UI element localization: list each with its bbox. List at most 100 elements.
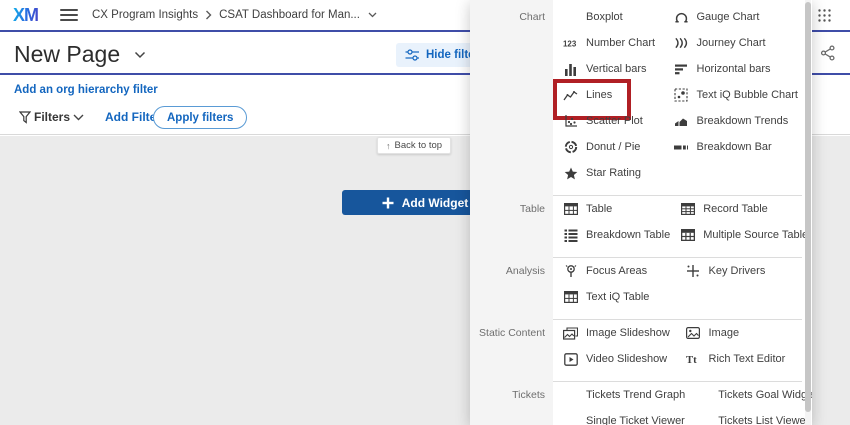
no-icon: [563, 388, 578, 403]
widget-menu-item-tickets-trend-graph[interactable]: Tickets Trend Graph: [553, 382, 685, 408]
widget-menu-item-text-iq-bubble-chart[interactable]: Text iQ Bubble Chart: [664, 82, 799, 108]
widget-menu-item-table[interactable]: Table: [553, 196, 670, 222]
filters-chevron-down-icon[interactable]: [73, 114, 84, 121]
widget-menu-item-text-iq-table[interactable]: Text iQ Table: [553, 284, 676, 310]
widget-menu-item-tickets-goal-widget[interactable]: Tickets Goal Widget: [685, 382, 812, 408]
widget-menu-item-record-table[interactable]: Record Table: [670, 196, 808, 222]
table-icon: [563, 202, 578, 217]
menu-item-label: Tickets List Viewer: [718, 415, 809, 425]
widget-menu-item-lines[interactable]: Lines: [553, 82, 664, 108]
menu-item-label: Scatter Plot: [586, 115, 643, 127]
menu-item-label: Journey Chart: [697, 37, 766, 49]
widget-menu-item-focus-areas[interactable]: Focus Areas: [553, 258, 676, 284]
breadcrumb-dashboard[interactable]: CSAT Dashboard for Man...: [219, 9, 360, 21]
widget-menu-item-breakdown-bar[interactable]: Breakdown Bar: [664, 134, 799, 160]
filters-label[interactable]: Filters: [34, 110, 70, 124]
menu-item-label: Tickets Trend Graph: [586, 389, 685, 401]
menu-item-label: Text iQ Table: [586, 291, 649, 303]
donut-pie-icon: [563, 140, 578, 155]
widget-menu-item-breakdown-table[interactable]: Breakdown Table: [553, 222, 670, 248]
widget-menu-item-video-slideshow[interactable]: Video Slideshow: [553, 346, 676, 372]
apply-filters-button[interactable]: Apply filters: [153, 106, 247, 129]
chevron-down-icon[interactable]: [368, 12, 377, 18]
widget-menu-section-table: TableTableRecord TableBreakdown TableMul…: [470, 196, 812, 248]
horizontal-bars-icon: [674, 62, 689, 77]
menu-item-label: Number Chart: [586, 37, 655, 49]
menu-item-label: Tickets Goal Widget: [718, 389, 812, 401]
widget-menu-item-rich-text-editor[interactable]: TtRich Text Editor: [676, 346, 799, 372]
multiple-source-table-icon: [680, 228, 695, 243]
no-icon: [563, 414, 578, 425]
widget-menu-item-gauge-chart[interactable]: Gauge Chart: [664, 4, 799, 30]
widget-menu-item-scatter-plot[interactable]: Scatter Plot: [553, 108, 664, 134]
menu-item-label: Donut / Pie: [586, 141, 640, 153]
menu-item-label: Boxplot: [586, 11, 623, 23]
menu-item-label: Multiple Source Table: [703, 229, 808, 241]
widget-menu-item-horizontal-bars[interactable]: Horizontal bars: [664, 56, 799, 82]
widget-menu-item-donut-pie[interactable]: Donut / Pie: [553, 134, 664, 160]
number-chart-icon: 123: [563, 36, 578, 51]
lines-chart-icon: [563, 88, 578, 103]
widget-menu-item-multiple-source-table[interactable]: Multiple Source Table: [670, 222, 808, 248]
breadcrumb: CX Program Insights CSAT Dashboard for M…: [92, 9, 377, 21]
menu-item-label: Breakdown Trends: [697, 115, 789, 127]
scatter-plot-icon: [563, 114, 578, 129]
menu-item-label: Video Slideshow: [586, 353, 667, 365]
widget-menu-section-analysis: AnalysisFocus AreasKey DriversText iQ Ta…: [470, 258, 812, 310]
widget-menu-item-star-rating[interactable]: Star Rating: [553, 160, 664, 186]
svg-text:123: 123: [563, 39, 577, 48]
plus-icon: [382, 197, 394, 209]
breakdown-bar-icon: [674, 140, 689, 155]
widget-menu-item-single-ticket-viewer[interactable]: Single Ticket Viewer: [553, 408, 685, 425]
menu-item-label: Image Slideshow: [586, 327, 670, 339]
back-to-top-button[interactable]: ↑ Back to top: [377, 137, 451, 154]
menu-item-label: Gauge Chart: [697, 11, 760, 23]
widget-menu-item-boxplot[interactable]: Boxplot: [553, 4, 664, 30]
breadcrumb-program[interactable]: CX Program Insights: [92, 9, 198, 21]
xm-logo[interactable]: XM: [13, 5, 38, 26]
menu-scrollbar-thumb[interactable]: [805, 2, 811, 412]
widget-menu-item-number-chart[interactable]: 123 Number Chart: [553, 30, 664, 56]
menu-item-label: Single Ticket Viewer: [586, 415, 685, 425]
svg-text:Tt: Tt: [686, 354, 697, 365]
star-rating-icon: [563, 166, 578, 181]
menu-item-label: Record Table: [703, 203, 768, 215]
record-table-icon: [680, 202, 695, 217]
sliders-icon: [405, 49, 420, 61]
menu-category-label: Chart: [470, 4, 553, 186]
focus-areas-icon: [563, 264, 578, 279]
widget-menu-item-journey-chart[interactable]: Journey Chart: [664, 30, 799, 56]
menu-item-label: Image: [709, 327, 740, 339]
widget-menu-item-breakdown-trends[interactable]: Breakdown Trends: [664, 108, 799, 134]
add-org-hierarchy-filter-link[interactable]: Add an org hierarchy filter: [14, 84, 158, 96]
widget-menu-section-tickets: Tickets Tickets Trend Graph Tickets Goal W…: [470, 382, 812, 425]
image-slideshow-icon: [563, 326, 578, 341]
dashboard-app: XM CX Program Insights CSAT Dashboard fo…: [0, 0, 850, 425]
share-icon[interactable]: [820, 45, 836, 61]
chevron-right-icon: [205, 10, 212, 20]
menu-item-label: Focus Areas: [586, 265, 647, 277]
page-title-chevron-down-icon[interactable]: [134, 51, 146, 59]
hamburger-menu-icon[interactable]: [60, 9, 78, 21]
app-launcher-grid-icon[interactable]: [818, 9, 831, 22]
menu-item-label: Text iQ Bubble Chart: [697, 89, 799, 101]
bubble-chart-icon: [674, 88, 689, 103]
menu-item-label: Vertical bars: [586, 63, 647, 75]
widget-menu-item-tickets-list-viewer[interactable]: Tickets List Viewer: [685, 408, 812, 425]
no-icon: [563, 10, 578, 25]
menu-scrollbar[interactable]: [805, 0, 811, 425]
menu-category-label: Tickets: [470, 382, 553, 425]
vertical-bars-icon: [563, 62, 578, 77]
widget-menu-item-image[interactable]: Image: [676, 320, 799, 346]
widget-menu-sections: Chart Boxplot Gauge Chart 123 Number Chart Jo…: [470, 0, 812, 425]
image-icon: [686, 326, 701, 341]
widget-type-menu: Chart Boxplot Gauge Chart 123 Number Chart Jo…: [470, 0, 812, 425]
menu-item-label: Star Rating: [586, 167, 641, 179]
textiq-table-icon: [563, 290, 578, 305]
widget-menu-item-key-drivers[interactable]: Key Drivers: [676, 258, 799, 284]
widget-menu-item-image-slideshow[interactable]: Image Slideshow: [553, 320, 676, 346]
gauge-chart-icon: [674, 10, 689, 25]
widget-menu-item-vertical-bars[interactable]: Vertical bars: [553, 56, 664, 82]
page-title: New Page: [14, 41, 120, 68]
no-icon: [695, 414, 710, 425]
